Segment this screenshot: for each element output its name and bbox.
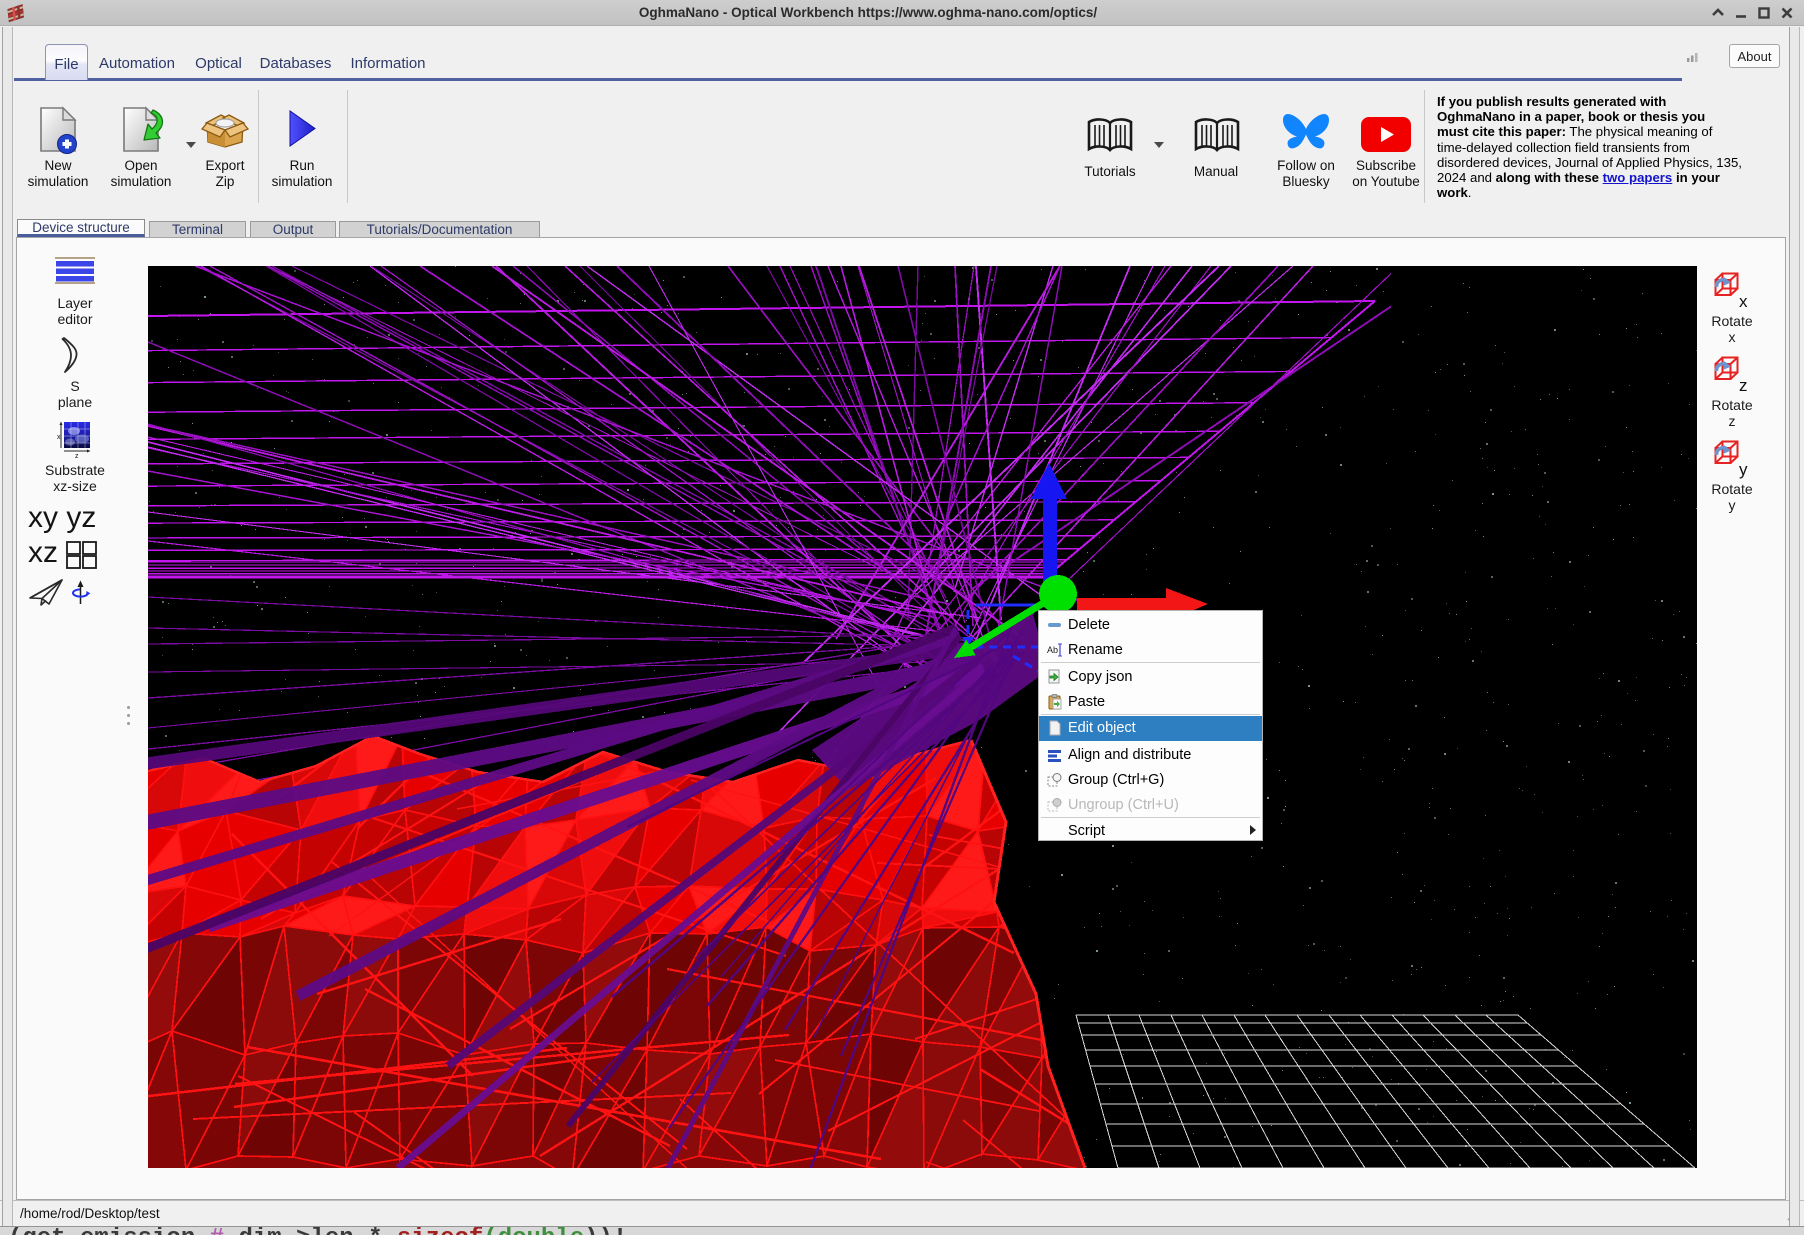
svg-text:Ab: Ab: [1047, 645, 1058, 655]
svg-text:x: x: [57, 434, 61, 441]
svg-text:z: z: [75, 453, 79, 460]
